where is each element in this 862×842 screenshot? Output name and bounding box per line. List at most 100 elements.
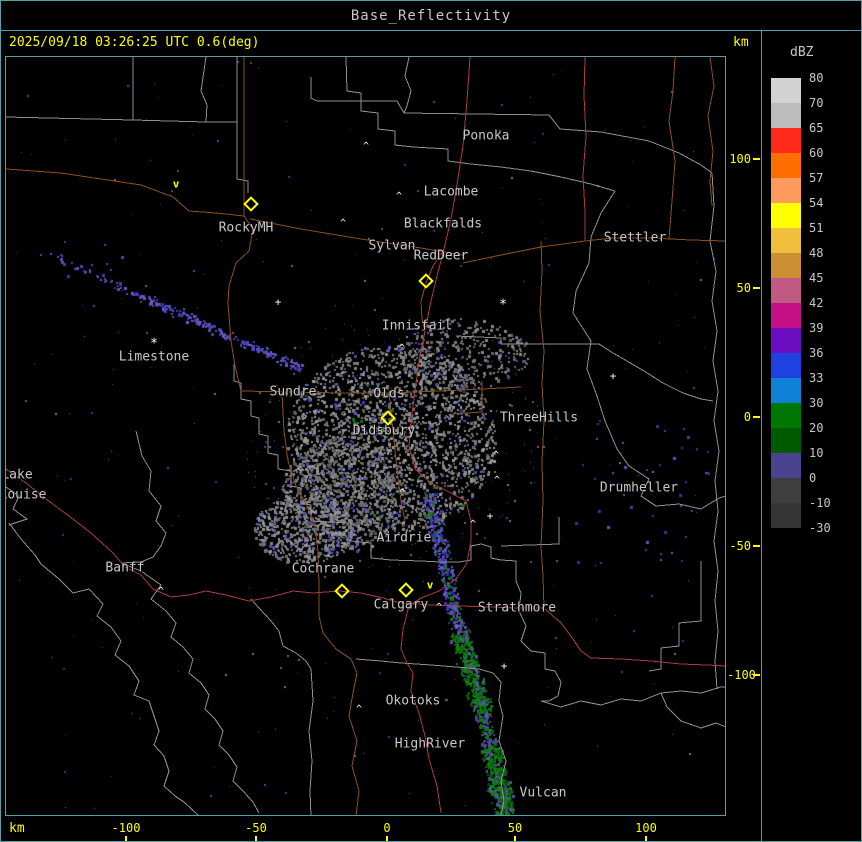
bottom-axis-tick-label: -50 [245,821,267,835]
city-label: Stettler [603,230,667,246]
colorbar-swatch [771,278,801,303]
star-marker-icon: * [499,297,507,313]
city-label: Calgary [373,597,429,613]
bottom-axis-unit-label: km [9,821,25,836]
county-boundary-line [500,517,560,547]
city-label: HighRiver [394,736,466,752]
colorbar-tick-label: 10 [809,446,824,460]
colorbar-tick-label: 20 [809,421,824,435]
colorbar-tick-label: 30 [809,396,824,410]
bottom-axis-tick-label: -100 [111,821,141,835]
plus-marker-icon: + [609,369,617,383]
city-label: Drumheller [599,480,679,496]
colorbar-swatch [771,178,801,203]
colorbar-swatch [771,478,801,503]
bottom-axis-tick-label: 50 [507,821,523,835]
plus-marker-icon: + [274,295,282,309]
city-label: Vulcan [519,785,567,801]
secondary-highway-line [462,237,725,264]
radar-map-viewport[interactable]: Ponoka Lacombe Blackfalds Sylvan RedDeer Stet… [5,56,726,816]
bottom-axis-tick-mark [255,836,257,841]
colorbar-tick-label: 65 [809,121,824,135]
secondary-highway-line [388,392,406,522]
city-label: Lacombe [423,184,479,200]
city-label: Limestone [118,349,190,365]
colorbar-swatch [771,503,801,528]
caret-marker-icon: ^ [493,475,501,486]
colorbar-tick-label: 45 [809,271,824,285]
city-label: Banff [105,560,145,576]
secondary-highway-line [6,168,245,217]
colorbar-swatch [771,228,801,253]
city-label: Innisfail [381,318,453,334]
plus-marker-icon: + [500,659,508,673]
colorbar-tick-label: 36 [809,346,824,360]
colorbar-swatch [771,203,801,228]
county-boundary-line [345,57,616,192]
county-boundary-line [200,57,208,123]
bottom-axis-tick-label: 0 [383,821,391,835]
info-bar: 2025/09/18 03:26:25 UTC 0.6(deg) km [1,31,861,56]
colorbar-tick-label: 48 [809,246,824,260]
right-axis-tick-mark [753,158,760,160]
right-axis-tick-mark [753,545,760,547]
county-boundary-line [540,686,725,708]
colorbar-panel: dBZ 80 70 65 60 57 54 51 48 45 42 39 36 33 30 20 10 0 -10… [762,31,861,841]
caret-marker-icon: ^ [492,450,500,461]
county-boundary-line [310,77,713,174]
caret-marker-icon: ^ [157,586,165,597]
colorbar-tick-label: -10 [809,496,831,510]
city-label: Louise [6,487,47,503]
city-label: Strathmore [477,600,557,616]
right-axis-tick-label: 50 [736,281,751,295]
county-boundary-line [6,116,237,123]
caret-marker-icon: ^ [398,488,406,499]
colorbar-swatch [771,328,801,353]
colorbar-swatch [771,303,801,328]
colorbar-tick-label: 60 [809,146,824,160]
secondary-highway-line [450,381,483,415]
colorbar-swatch [771,153,801,178]
bottom-axis-tick-mark [386,836,388,841]
colorbar-swatch [771,353,801,378]
city-label: Didsbury [352,423,416,439]
primary-highway-line [582,57,587,241]
city-label: Olds [373,386,405,402]
bottom-axis-tick-mark [645,836,647,841]
right-axis-tick-label: 0 [743,410,751,424]
colorbar-tick-label: 57 [809,171,824,185]
colorbar-tick-label: 54 [809,196,824,210]
city-label: Ponoka [462,128,510,144]
radar-window: Base_Reflectivity 2025/09/18 03:26:25 UT… [0,0,862,842]
right-axis-tick-mark [753,674,760,676]
caret-marker-icon: ^ [355,704,363,715]
city-label: Lake [6,467,33,483]
bottom-distance-axis: km -100 -50 0 50 100 [1,817,761,841]
right-distance-axis: 100 50 0 -50 -100 [727,56,761,816]
caret-marker-icon: ^ [395,191,403,202]
city-label: RockyMH [218,220,274,236]
county-boundary-line [120,562,260,814]
timestamp-label: 2025/09/18 03:26:25 UTC 0.6(deg) [9,35,260,50]
vee-marker-icon: v [172,177,180,191]
caret-marker-icon: ^ [339,218,347,229]
colorbar-tick-label: -30 [809,521,831,535]
county-boundary-line [660,692,725,729]
colorbar-tick-label: 51 [809,221,824,235]
title-bar: Base_Reflectivity [1,1,861,31]
caret-marker-icon: ^ [469,519,477,530]
city-label: ThreeHills [499,410,579,426]
colorbar-swatch [771,428,801,453]
city-label: RedDeer [413,248,469,264]
county-boundary-line [8,522,199,815]
right-axis-tick-label: -50 [729,539,751,553]
star-marker-icon: * [150,336,158,352]
caret-marker-icon: ^ [362,141,370,152]
city-label: Blackfalds [403,216,483,232]
city-label: Cochrane [291,561,355,577]
county-boundary-line [455,335,714,402]
plus-marker-icon: + [486,509,494,523]
colorbar-tick-label: 39 [809,321,824,335]
window-title: Base_Reflectivity [350,7,512,24]
secondary-highway-line [668,57,676,240]
